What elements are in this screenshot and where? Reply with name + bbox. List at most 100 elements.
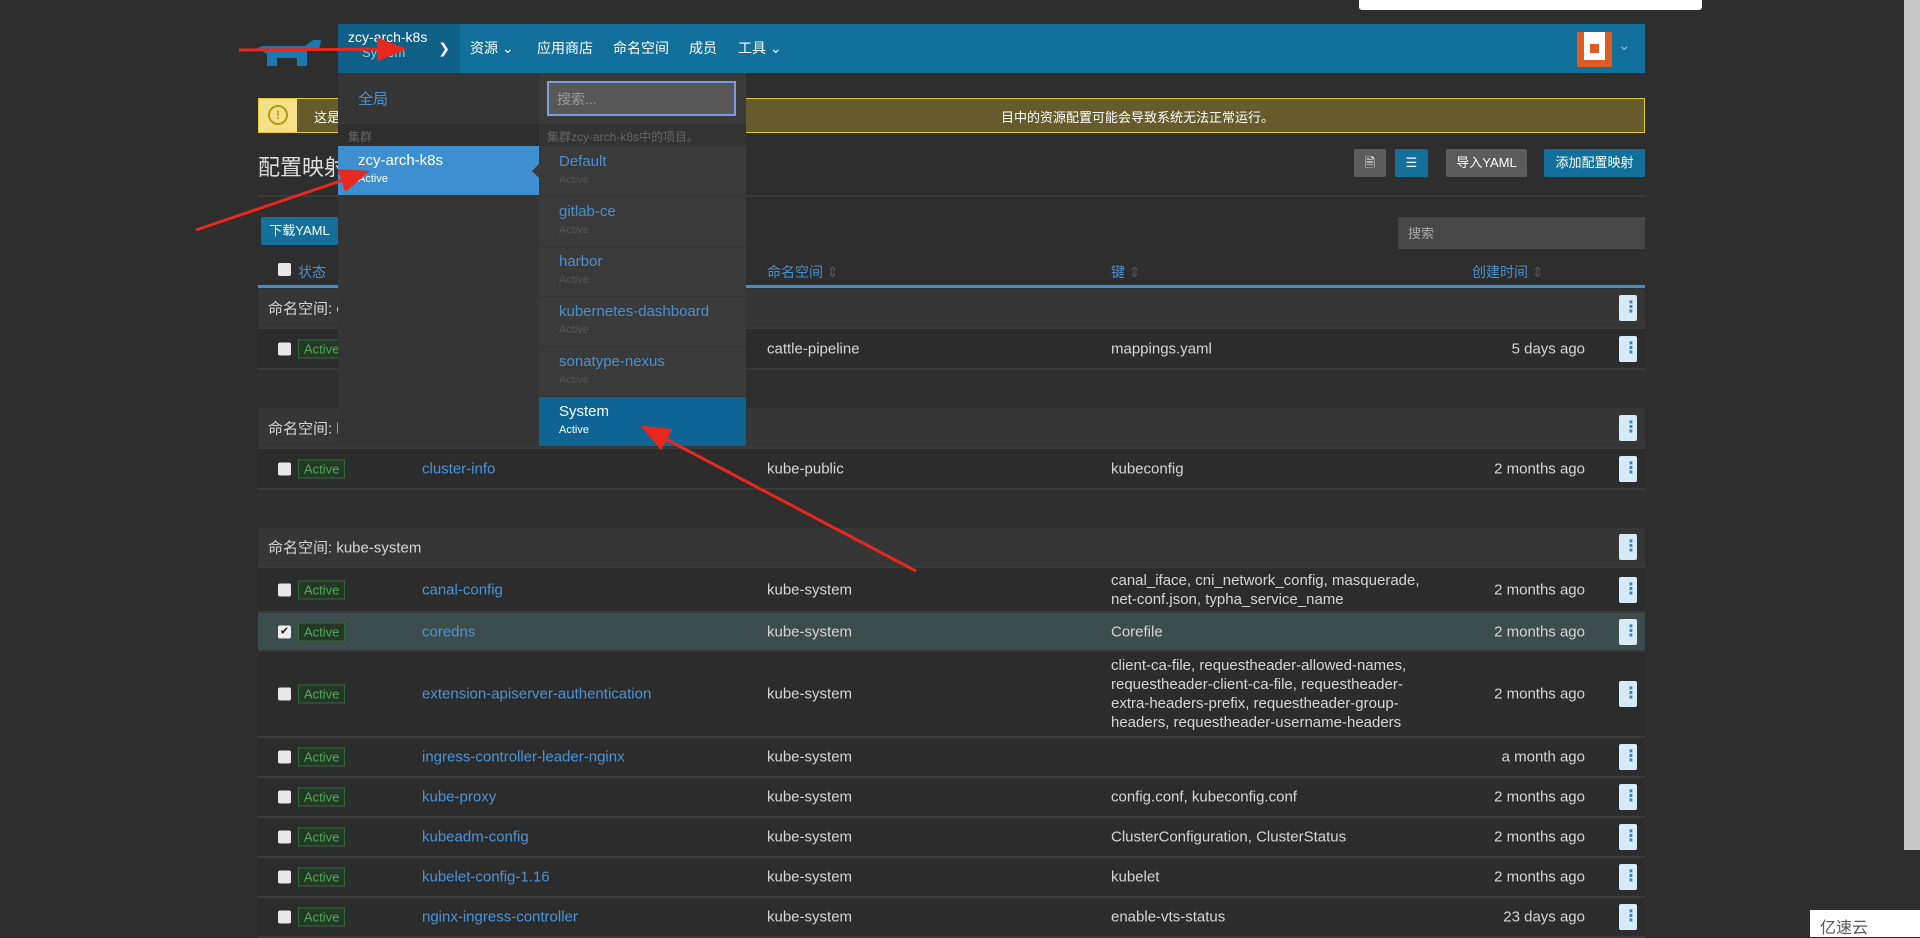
rancher-logo: [257, 40, 321, 66]
nav-namespaces[interactable]: 命名空间: [613, 24, 669, 73]
project-item[interactable]: harbor Active: [539, 247, 746, 297]
nav-tools[interactable]: 工具 ⌄: [738, 24, 782, 73]
project-state: Active: [559, 324, 589, 336]
row-checkbox[interactable]: [278, 462, 291, 475]
row-checkbox[interactable]: [278, 583, 291, 596]
configmap-name-link[interactable]: kube-proxy: [422, 789, 496, 806]
table-row[interactable]: Active nginx-ingress-controller kube-syste…: [258, 898, 1645, 938]
group-actions-button[interactable]: [1619, 414, 1639, 441]
watermark: 亿速云: [1810, 910, 1920, 937]
row-actions-button[interactable]: [1619, 824, 1639, 850]
configmap-name-link[interactable]: ingress-controller-leader-nginx: [422, 749, 625, 766]
status-badge: Active: [298, 787, 346, 807]
project-item[interactable]: Default Active: [539, 147, 746, 197]
add-configmap-button[interactable]: 添加配置映射: [1544, 149, 1645, 177]
download-yaml-button[interactable]: 下载YAML: [261, 217, 338, 245]
search-input[interactable]: [1398, 217, 1645, 249]
chevron-down-icon: ⌄: [501, 40, 514, 56]
project-section-header: 集群zcy-arch-k8s中的项目。: [539, 124, 746, 146]
project-state: Active: [559, 274, 589, 286]
project-item[interactable]: sonatype-nexus Active: [539, 347, 746, 397]
keys-cell: Corefile: [1111, 623, 1163, 640]
list-view-button[interactable]: ☰: [1395, 149, 1428, 177]
header-state[interactable]: 状态: [298, 262, 326, 282]
row-checkbox[interactable]: [278, 910, 291, 924]
namespace-cell: kube-system: [767, 685, 853, 703]
document-icon: 🗎: [1364, 155, 1376, 170]
chevron-down-icon[interactable]: ⌄: [1618, 36, 1631, 54]
namespace-cell: kube-system: [767, 868, 853, 886]
table-row[interactable]: Active kubeadm-config kube-system ClusterCo…: [258, 818, 1645, 858]
row-actions-button[interactable]: [1619, 904, 1639, 930]
nav-members[interactable]: 成员: [689, 24, 717, 73]
table-row[interactable]: ✔ Active coredns kube-system Corefile 2 month…: [258, 613, 1645, 652]
dropdown-cluster-item[interactable]: zcy-arch-k8s Active: [338, 146, 540, 195]
row-checkbox[interactable]: [278, 790, 291, 804]
select-all-checkbox[interactable]: [278, 263, 291, 276]
row-actions-button[interactable]: [1619, 618, 1639, 645]
status-badge: Active: [298, 747, 346, 767]
table-row[interactable]: Active extension-apiserver-authentication…: [258, 652, 1645, 738]
namespace-cell: kube-public: [767, 460, 844, 477]
status-badge: Active: [298, 580, 346, 599]
row-checkbox[interactable]: [278, 687, 291, 701]
configmap-name-link[interactable]: kubelet-config-1.16: [422, 869, 550, 886]
row-actions-button[interactable]: [1619, 576, 1639, 603]
namespace-cell: kube-system: [767, 828, 853, 846]
sort-icon: ⇕: [1531, 264, 1544, 280]
import-yaml-button[interactable]: 导入YAML: [1446, 149, 1527, 177]
row-actions-button[interactable]: [1619, 784, 1639, 810]
table-row[interactable]: Active canal-config kube-system canal_iface…: [258, 568, 1645, 613]
project-item[interactable]: gitlab-ce Active: [539, 197, 746, 247]
row-actions-button[interactable]: [1619, 744, 1639, 770]
configmap-name-link[interactable]: coredns: [422, 623, 475, 640]
scrollbar[interactable]: [1904, 0, 1920, 850]
browser-popup: [1359, 0, 1702, 10]
row-actions-button[interactable]: [1619, 681, 1639, 707]
cluster-project-selector[interactable]: zcy-arch-k8s System ❯: [338, 24, 460, 73]
status-badge: Active: [298, 622, 346, 641]
group-label: 命名空间: kube-system: [268, 539, 422, 557]
table-row[interactable]: Active cluster-info kube-public kubeconfig 2…: [258, 449, 1645, 490]
project-item[interactable]: kubernetes-dashboard Active: [539, 297, 746, 347]
configmap-name-link[interactable]: cluster-info: [422, 460, 495, 477]
header-created[interactable]: 创建时间 ⇕: [1472, 262, 1544, 282]
header-keys[interactable]: 键 ⇕: [1111, 262, 1141, 282]
row-actions-button[interactable]: [1619, 455, 1639, 482]
configmap-name-link[interactable]: canal-config: [422, 581, 503, 598]
configmap-name-link[interactable]: nginx-ingress-controller: [422, 909, 578, 926]
configmap-name-link[interactable]: kubeadm-config: [422, 829, 529, 846]
user-avatar[interactable]: [1577, 32, 1612, 67]
header-namespace[interactable]: 命名空间 ⇕: [767, 262, 839, 282]
keys-cell: mappings.yaml: [1111, 340, 1212, 357]
top-nav: [338, 24, 1645, 73]
keys-cell: enable-vts-status: [1111, 908, 1226, 926]
dropdown-global[interactable]: 全局: [358, 88, 388, 109]
row-checkbox[interactable]: [278, 830, 291, 844]
table-row[interactable]: Active kubelet-config-1.16 kube-system kube…: [258, 858, 1645, 898]
project-search-input[interactable]: [547, 81, 736, 116]
table-row[interactable]: Active kube-proxy kube-system config.conf, …: [258, 778, 1645, 818]
project-name: Default: [559, 153, 607, 170]
nav-resources[interactable]: 资源 ⌄: [470, 24, 514, 73]
created-cell: 2 months ago: [1494, 828, 1585, 846]
project-name: kubernetes-dashboard: [559, 303, 710, 320]
row-actions-button[interactable]: [1619, 335, 1639, 362]
file-view-button[interactable]: 🗎: [1354, 149, 1386, 177]
group-actions-button[interactable]: [1619, 295, 1639, 321]
page-title: 配置映射: [258, 155, 347, 180]
chevron-down-icon: ⌄: [769, 40, 782, 56]
row-checkbox[interactable]: [278, 342, 291, 355]
keys-cell: config.conf, kubeconfig.conf: [1111, 788, 1297, 806]
group-actions-button[interactable]: [1619, 534, 1639, 560]
created-cell: 2 months ago: [1494, 623, 1585, 640]
project-item[interactable]: System Active: [539, 397, 746, 447]
row-checkbox[interactable]: ✔: [278, 625, 291, 638]
row-checkbox[interactable]: [278, 750, 291, 764]
row-actions-button[interactable]: [1619, 864, 1639, 890]
row-checkbox[interactable]: [278, 870, 291, 884]
status-badge: Active: [298, 907, 346, 927]
configmap-name-link[interactable]: extension-apiserver-authentication: [422, 686, 651, 703]
table-row[interactable]: Active ingress-controller-leader-nginx kub…: [258, 738, 1645, 778]
nav-app-store[interactable]: 应用商店: [537, 24, 593, 73]
